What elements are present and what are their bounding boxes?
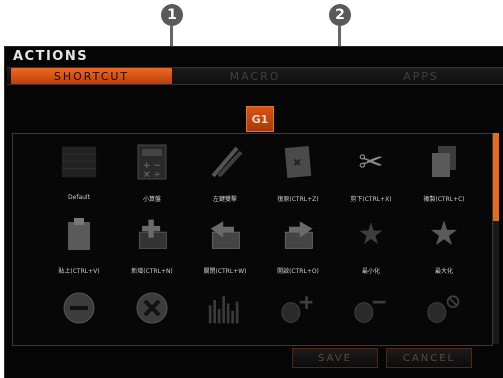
action-item-close[interactable]: 關閉(CTRL+W) [193,208,257,278]
close-box-icon [207,216,243,252]
panel-title: ACTIONS [13,49,89,64]
equalizer-icon [207,290,243,326]
action-label: 關閉(CTRL+W) [203,268,247,275]
action-label: 最大化 [434,268,453,275]
callout-marker-2: 2 [329,4,351,26]
action-label: 左鍵雙擊 [212,196,237,203]
action-label: 最小化 [361,268,380,275]
action-item-volume-minus[interactable] [47,282,111,352]
svg-text:× ÷: × ÷ [143,170,161,180]
minimize-star-icon: ★ [357,216,385,252]
action-item-speaker-down[interactable] [339,282,403,352]
grid-scrollbar[interactable] [493,133,499,344]
svg-text:✖: ✖ [293,158,301,169]
cancel-button[interactable]: CANCEL [386,348,472,368]
action-item-speaker-up[interactable] [266,282,330,352]
volume-x-icon [134,290,170,326]
maximize-star-icon: ★ [428,214,460,254]
actions-panel: ACTIONS SHORTCUT MACRO APPS G1 Default +… [4,46,503,378]
volume-minus-icon [61,290,97,326]
action-item-undo[interactable]: ✖ 復原(CTRL+Z) [266,136,330,206]
action-label: 複製(CTRL+C) [423,196,465,203]
tab-macro[interactable]: MACRO [172,68,338,84]
action-item-copy[interactable]: 複製(CTRL+C) [412,136,476,206]
action-item-maximize[interactable]: ★ 最大化 [412,208,476,278]
action-label: 貼上(CTRL+V) [58,268,100,275]
action-label: 開啟(CTRL+O) [277,268,319,275]
action-label: 剪下(CTRL+X) [350,196,392,203]
speaker-down-icon [353,290,389,326]
tab-shortcut[interactable]: SHORTCUT [11,68,172,84]
scrollbar-thumb[interactable] [493,133,499,221]
macro-key-g1-button[interactable]: G1 [246,106,274,132]
action-item-double-click[interactable]: 左鍵雙擊 [193,136,257,206]
paste-icon [61,216,97,252]
action-item-open[interactable]: 開啟(CTRL+O) [266,208,330,278]
save-button[interactable]: SAVE [292,348,378,368]
tab-apps[interactable]: APPS [338,68,503,84]
pencil-icon [207,144,243,180]
action-label: 小算盤 [142,196,161,203]
action-item-minimize[interactable]: ★ 最小化 [339,208,403,278]
copy-icon [426,144,462,180]
action-label: Default [68,194,90,201]
shortcut-grid: Default + − × ÷ 小算盤 左鍵雙擊 ✖ 復原(CTRL+Z) ✂ 剪… [12,133,493,346]
keyboard-icon [61,144,97,180]
action-item-equalizer[interactable] [193,282,257,352]
callout-marker-1: 1 [161,4,183,26]
action-item-paste[interactable]: 貼上(CTRL+V) [47,208,111,278]
scissors-icon: ✂ [358,144,384,180]
speaker-mute-icon [426,290,462,326]
speaker-up-icon [280,290,316,326]
action-item-calculator[interactable]: + − × ÷ 小算盤 [120,136,184,206]
calculator-icon: + − × ÷ [134,144,170,180]
undo-icon: ✖ [280,144,316,180]
action-label: 復原(CTRL+Z) [277,196,319,203]
action-item-speaker-mute[interactable] [412,282,476,352]
action-item-volume-x[interactable] [120,282,184,352]
action-label: 新增(CTRL+N) [131,268,173,275]
new-box-icon [134,216,170,252]
action-item-default[interactable]: Default [47,136,111,206]
action-item-new[interactable]: 新增(CTRL+N) [120,208,184,278]
open-box-icon [280,216,316,252]
action-item-cut[interactable]: ✂ 剪下(CTRL+X) [339,136,403,206]
tab-bar: SHORTCUT MACRO APPS [7,67,503,85]
